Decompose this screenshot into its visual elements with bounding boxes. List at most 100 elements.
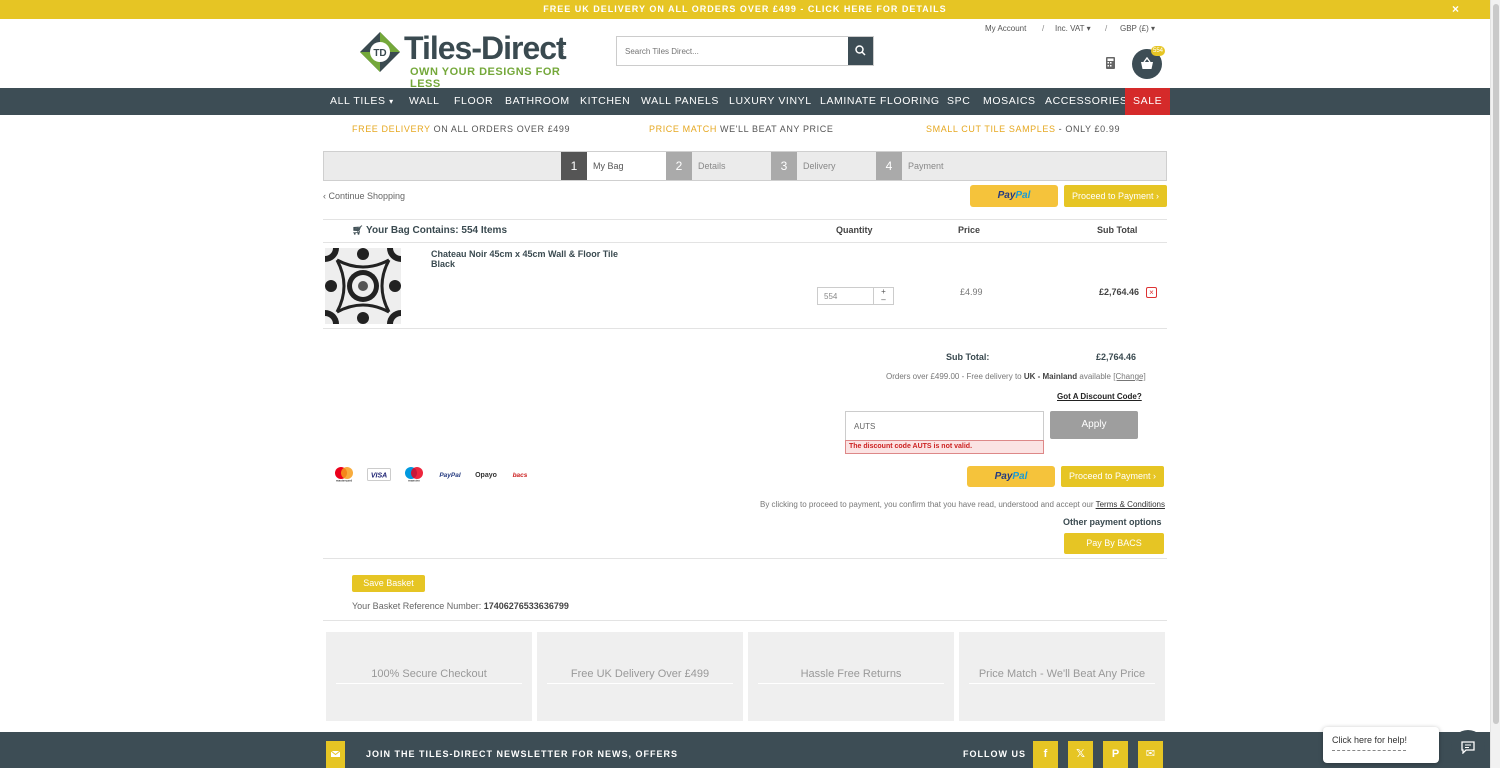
step-payment: Payment <box>908 161 944 171</box>
discount-input[interactable] <box>846 412 1036 440</box>
delivery-info: Orders over £499.00 - Free delivery to U… <box>886 372 1146 381</box>
svg-text:PayPal: PayPal <box>439 472 461 479</box>
paypal-button-bottom[interactable]: PayPal <box>967 466 1055 487</box>
nav-mosaics[interactable]: MOSAICS <box>983 88 1036 115</box>
site-logo[interactable]: TD Tiles-Direct .com OWN YOUR DESIGNS FO… <box>360 30 580 90</box>
step-number: 1 <box>561 152 587 180</box>
svg-text:bacs: bacs <box>513 472 528 479</box>
maestro-icon: maestro <box>405 467 423 483</box>
currency-dropdown[interactable]: GBP (£) ▾ <box>1120 24 1155 33</box>
separator: / <box>1042 24 1045 33</box>
terms-notice: By clicking to proceed to payment, you c… <box>760 500 1165 509</box>
vat-dropdown[interactable]: Inc. VAT ▾ <box>1055 24 1091 33</box>
chat-button[interactable] <box>1451 730 1485 764</box>
paypal-pal: Pal <box>1015 190 1031 201</box>
delivery-region: UK - Mainland <box>1023 372 1078 381</box>
svg-text:mastercard: mastercard <box>336 479 352 483</box>
currency-label: GBP (£) <box>1120 24 1149 33</box>
nav-laminate-flooring[interactable]: LAMINATE FLOORING <box>820 88 940 115</box>
stepper-buttons: + – <box>873 288 893 304</box>
chat-prompt[interactable]: Click here for help! <box>1323 727 1439 763</box>
quantity-input[interactable] <box>818 288 874 304</box>
calculator-icon[interactable] <box>1104 56 1117 70</box>
step-details: Details <box>698 161 726 171</box>
save-basket-button[interactable]: Save Basket <box>352 575 425 592</box>
search-input[interactable] <box>617 37 847 65</box>
visa-icon: VISA <box>367 468 391 481</box>
close-icon[interactable]: × <box>1452 0 1460 19</box>
divider <box>323 328 1167 329</box>
product-image[interactable] <box>325 248 401 324</box>
item-price: £4.99 <box>960 287 983 297</box>
proceed-to-payment-button-bottom[interactable]: Proceed to Payment › <box>1061 466 1164 487</box>
x-twitter-icon[interactable]: 𝕏 <box>1068 741 1093 768</box>
envelope-icon <box>330 750 341 757</box>
free-delivery-banner[interactable]: FREE UK DELIVERY ON ALL ORDERS OVER £499… <box>0 0 1490 19</box>
benefit-samples[interactable]: SMALL CUT TILE SAMPLES - ONLY £0.99 <box>926 124 1120 134</box>
discount-code-link[interactable]: Got A Discount Code? <box>1057 392 1142 401</box>
change-delivery-link[interactable]: [Change] <box>1113 372 1145 381</box>
step-my-bag: My Bag <box>587 152 666 180</box>
newsletter-text: JOIN THE TILES-DIRECT NEWSLETTER FOR NEW… <box>366 749 679 759</box>
footer <box>0 732 1490 768</box>
product-name-link[interactable]: Chateau Noir 45cm x 45cm Wall & Floor Ti… <box>431 249 631 269</box>
nav-wall-panels[interactable]: WALL PANELS <box>641 88 719 115</box>
main-nav: ALL TILES ▾ WALL FLOOR BATHROOM KITCHEN … <box>0 88 1490 115</box>
nav-bathroom[interactable]: BATHROOM <box>505 88 570 115</box>
nav-sale[interactable]: SALE <box>1125 88 1171 115</box>
subtotal-value: £2,764.46 <box>1096 352 1137 362</box>
newsletter-icon-box[interactable] <box>326 741 345 768</box>
pay-by-bacs-button[interactable]: Pay By BACS <box>1064 533 1164 554</box>
search-button[interactable] <box>848 37 873 65</box>
bacs-icon: bacs <box>513 472 528 479</box>
remove-item-icon[interactable]: × <box>1146 287 1157 298</box>
feature-price-match: Price Match - We'll Beat Any Price <box>959 632 1165 721</box>
mastercard-icon: mastercard <box>335 467 353 483</box>
my-account-link[interactable]: My Account <box>985 24 1026 33</box>
feature-free-returns: Hassle Free Returns <box>748 632 954 721</box>
banner-text[interactable]: FREE UK DELIVERY ON ALL ORDERS OVER £499… <box>543 4 946 14</box>
bag-title-text: Your Bag Contains: 554 Items <box>366 225 508 236</box>
benefit-text: - ONLY £0.99 <box>1055 124 1121 134</box>
nav-accessories[interactable]: ACCESSORIES <box>1045 88 1127 115</box>
scrollbar[interactable] <box>1490 0 1500 768</box>
nav-floor[interactable]: FLOOR <box>454 88 493 115</box>
paypal-pal: Pal <box>1012 471 1028 482</box>
nav-luxury-vinyl[interactable]: LUXURY VINYL <box>729 88 812 115</box>
logo-mark-icon: TD <box>360 32 400 72</box>
benefit-free-delivery[interactable]: FREE DELIVERY ON ALL ORDERS OVER £499 <box>352 124 570 134</box>
nav-wall[interactable]: WALL <box>409 88 440 115</box>
svg-text:TD: TD <box>373 48 386 59</box>
continue-shopping-link[interactable]: ‹ Continue Shopping <box>323 191 405 201</box>
item-subtotal: £2,764.46 <box>1099 287 1140 297</box>
logo-tagline: OWN YOUR DESIGNS FOR LESS <box>410 66 561 90</box>
opayo-icon: Opayo <box>475 472 497 479</box>
apply-button[interactable]: Apply <box>1050 411 1138 439</box>
proceed-to-payment-button[interactable]: Proceed to Payment › <box>1064 185 1167 207</box>
benefit-highlight: SMALL CUT TILE SAMPLES <box>926 124 1056 134</box>
chevron-down-icon: ▾ <box>1086 24 1091 33</box>
basket-count-badge: 554 <box>1151 46 1165 56</box>
terms-link[interactable]: Terms & Conditions <box>1096 500 1165 509</box>
nav-all-tiles[interactable]: ALL TILES ▾ <box>330 88 394 115</box>
discount-error: The discount code AUTS is not valid. <box>845 440 1044 454</box>
chat-icon <box>1461 741 1475 754</box>
nav-kitchen[interactable]: KITCHEN <box>580 88 630 115</box>
vat-label: Inc. VAT <box>1055 24 1085 33</box>
decrease-button[interactable]: – <box>874 296 893 304</box>
paypal-button[interactable]: PayPal <box>970 185 1058 207</box>
benefit-highlight: PRICE MATCH <box>649 124 717 134</box>
scrollbar-thumb[interactable] <box>1493 4 1499 724</box>
facebook-icon[interactable]: f <box>1033 741 1058 768</box>
step-number: 4 <box>876 152 902 180</box>
pinterest-icon[interactable]: P <box>1103 741 1128 768</box>
paypal-pay: Pay <box>994 471 1013 482</box>
column-subtotal: Sub Total <box>1097 225 1138 235</box>
reference-number: 17406276533636799 <box>483 601 569 611</box>
svg-text:maestro: maestro <box>408 479 420 483</box>
nav-spc[interactable]: SPC <box>947 88 970 115</box>
benefit-price-match[interactable]: PRICE MATCH WE'LL BEAT ANY PRICE <box>649 124 833 134</box>
chat-bubble-icon[interactable]: ✉ <box>1138 741 1163 768</box>
logo-com: .com <box>557 38 566 56</box>
step-delivery: Delivery <box>803 161 836 171</box>
